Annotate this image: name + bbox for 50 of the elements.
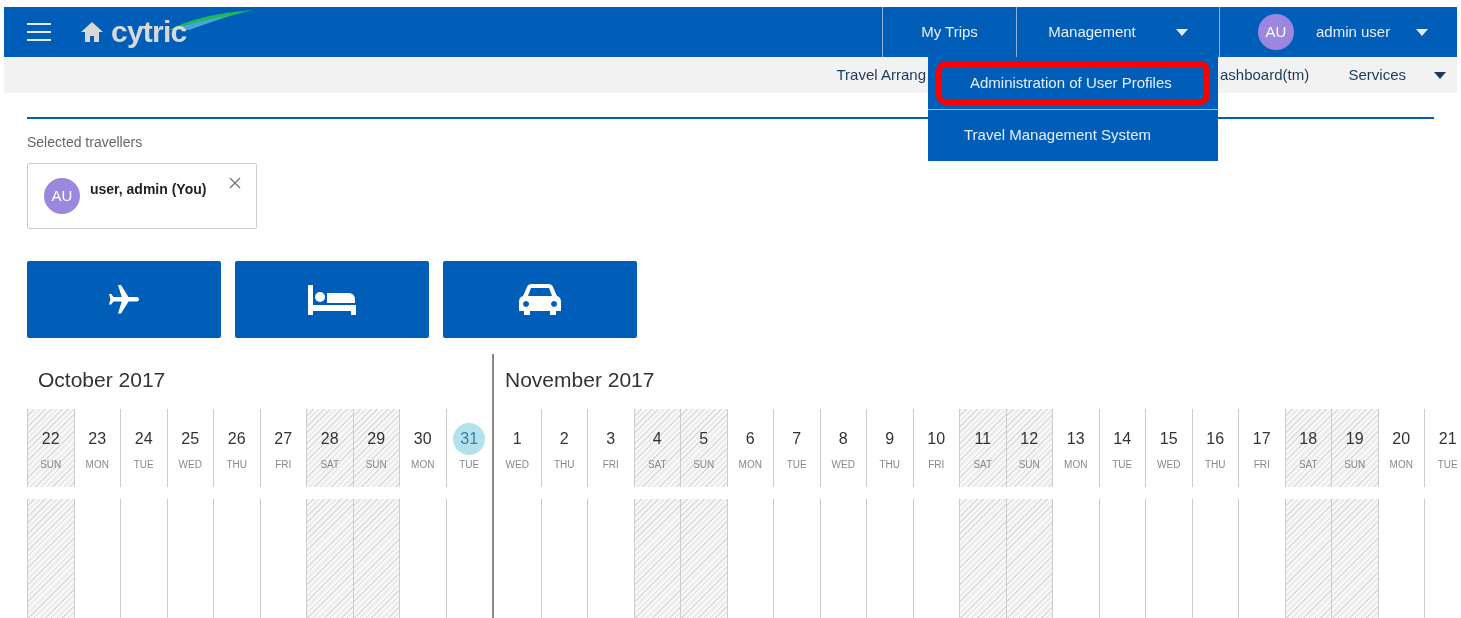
day-header[interactable]: 23 MON: [73, 409, 120, 487]
day-header[interactable]: 31 TUE: [445, 409, 492, 487]
day-header[interactable]: 13 MON: [1052, 409, 1099, 487]
day-header[interactable]: 20 MON: [1377, 409, 1424, 487]
nav-link[interactable]: Travel Arrang: [836, 63, 926, 87]
menu-item[interactable]: Administration of User Profiles: [936, 61, 1210, 105]
day-header[interactable]: 28 SAT: [306, 409, 353, 487]
nav-link[interactable]: Services: [1348, 63, 1406, 87]
search-type-button[interactable]: [235, 261, 429, 338]
menu-icon[interactable]: [27, 23, 51, 41]
day-header[interactable]: 26 THU: [213, 409, 260, 487]
day-header[interactable]: 1 WED: [494, 409, 541, 487]
day-header[interactable]: 17 FRI: [1238, 409, 1285, 487]
day-header[interactable]: 4 SAT: [633, 409, 680, 487]
nav-link[interactable]: ashboard(tm): [1220, 63, 1310, 87]
close-icon[interactable]: [229, 177, 241, 189]
day-header[interactable]: 9 THU: [866, 409, 913, 487]
day-header[interactable]: 2 THU: [540, 409, 587, 487]
day-header[interactable]: 29 SUN: [352, 409, 399, 487]
month-title: November 2017: [505, 366, 655, 393]
day-header[interactable]: 5 SUN: [680, 409, 727, 487]
caret-icon: [1434, 71, 1446, 79]
day-header[interactable]: 22 SUN: [27, 409, 74, 487]
day-header[interactable]: 30 MON: [399, 409, 446, 487]
section-label: Selected travellers: [27, 133, 143, 152]
day-header[interactable]: 11 SAT: [959, 409, 1006, 487]
day-header[interactable]: 18 SAT: [1284, 409, 1331, 487]
menu-item[interactable]: Travel Management System: [936, 113, 1210, 158]
day-header[interactable]: 14 TUE: [1098, 409, 1145, 487]
avatar: AU: [1258, 14, 1294, 50]
bed-icon: [308, 284, 356, 315]
home-icon[interactable]: [81, 22, 103, 42]
day-header[interactable]: 19 SUN: [1331, 409, 1378, 487]
car-icon: [518, 282, 562, 317]
day-header[interactable]: 8 WED: [819, 409, 866, 487]
day-header[interactable]: 12 SUN: [1005, 409, 1052, 487]
month-title: October 2017: [38, 366, 166, 393]
day-header[interactable]: 6 MON: [726, 409, 773, 487]
day-header[interactable]: 24 TUE: [120, 409, 167, 487]
day-header[interactable]: 7 TUE: [773, 409, 820, 487]
day-header[interactable]: 15 WED: [1145, 409, 1192, 487]
search-type-button[interactable]: [443, 261, 637, 338]
avatar: AU: [44, 178, 80, 214]
caret-icon: [1416, 28, 1429, 36]
day-header[interactable]: 21 TUE: [1424, 409, 1461, 487]
day-header[interactable]: 25 WED: [166, 409, 213, 487]
logo[interactable]: cytric: [111, 17, 187, 47]
traveller-name: user, admin (You): [90, 180, 207, 199]
day-header[interactable]: 3 FRI: [587, 409, 634, 487]
day-header[interactable]: 16 THU: [1191, 409, 1238, 487]
